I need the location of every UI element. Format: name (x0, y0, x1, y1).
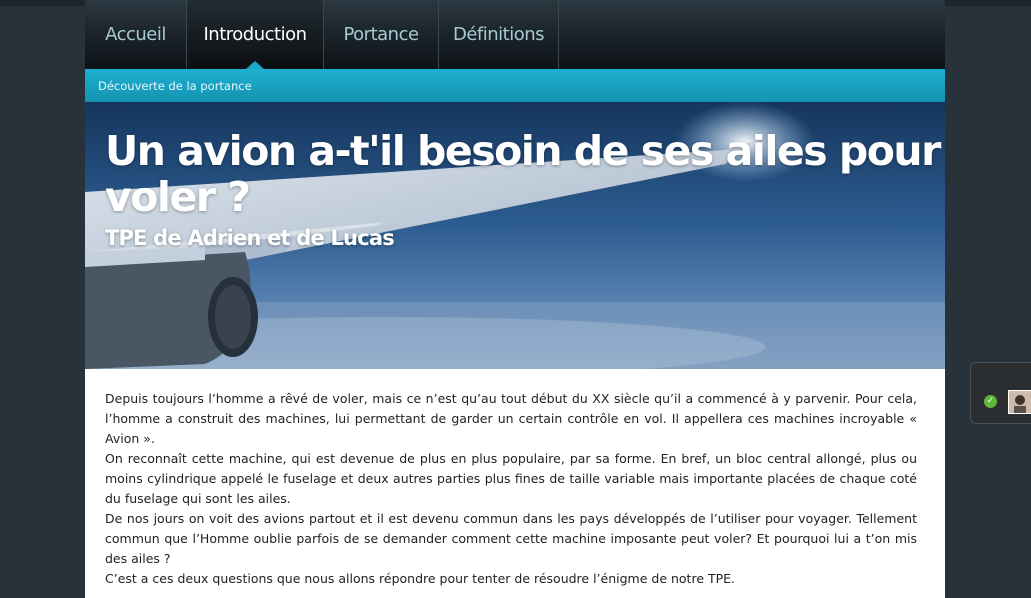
sub-navigation-bar: Découverte de la portance (85, 69, 945, 102)
article-paragraph: Depuis toujours l’homme a rêvé de voler,… (105, 391, 917, 446)
active-tab-indicator (246, 61, 264, 69)
nav-item-portance[interactable]: Portance (324, 0, 439, 69)
page-container: Accueil Introduction Portance Définition… (85, 0, 945, 598)
article-paragraph: C’est a ces deux questions que nous allo… (105, 571, 736, 586)
main-nav: Accueil Introduction Portance Définition… (85, 0, 945, 69)
page-title: Un avion a-t'il besoin de ses ailes pour… (105, 127, 941, 221)
article-paragraph: De nos jours on voit des avions partout … (105, 511, 917, 566)
nav-item-accueil[interactable]: Accueil (85, 0, 187, 69)
side-status-widget[interactable]: ✓ (970, 362, 1031, 424)
subnav-link-decouverte[interactable]: Découverte de la portance (98, 79, 252, 93)
user-avatar[interactable] (1008, 390, 1031, 414)
article-content: Depuis toujours l’homme a rêvé de voler,… (85, 369, 945, 598)
nav-item-definitions[interactable]: Définitions (439, 0, 559, 69)
avatar-image (1009, 391, 1031, 413)
article-paragraph: On reconnaît cette machine, qui est deve… (105, 451, 917, 506)
check-icon: ✓ (984, 395, 997, 408)
page-subtitle: TPE de Adrien et de Lucas (105, 226, 395, 250)
nav-item-introduction[interactable]: Introduction (187, 0, 324, 69)
